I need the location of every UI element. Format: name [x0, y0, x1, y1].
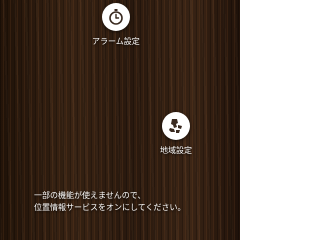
notice-line-1: 一部の機能が使えませんので、: [34, 191, 146, 200]
stopwatch-icon: [109, 9, 123, 25]
location-service-notice: 一部の機能が使えませんので、 位置情報サービスをオンにしてください。: [34, 190, 234, 214]
alarm-icon-circle[interactable]: [101, 3, 130, 31]
region-map-icon: [169, 119, 182, 133]
region-icon-circle[interactable]: [162, 112, 190, 140]
region-settings-button[interactable]: 地域設定: [160, 112, 192, 156]
region-settings-label: 地域設定: [160, 146, 192, 155]
notice-line-2: 位置情報サービスをオンにしてください。: [34, 203, 186, 212]
alarm-settings-button[interactable]: アラーム設定: [92, 0, 140, 47]
alarm-settings-label: アラーム設定: [92, 37, 140, 46]
app-screen: アラーム設定 地域設定 一部の機能が使えませんので、 位置情報サービスをオンにし…: [0, 0, 240, 240]
